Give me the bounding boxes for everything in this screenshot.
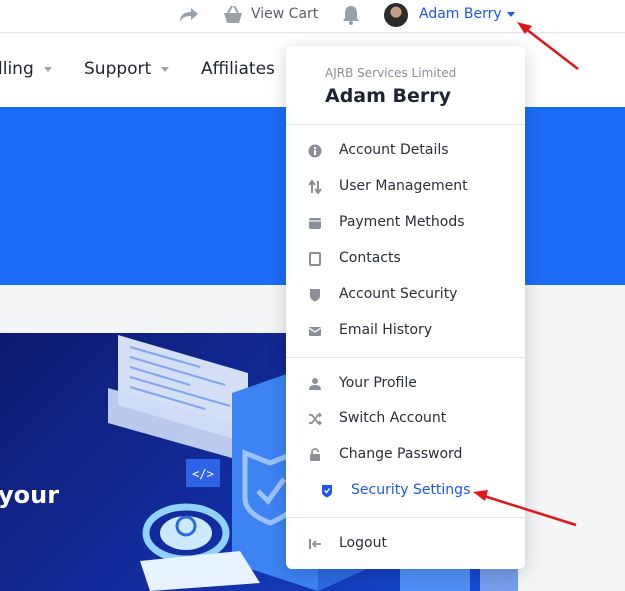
menu-item-account-details[interactable]: Account Details bbox=[286, 136, 525, 166]
account-dropdown-menu: AJRB Services Limited Adam Berry Account… bbox=[286, 46, 525, 569]
menu-item-label: Logout bbox=[339, 535, 387, 551]
basket-icon[interactable] bbox=[222, 5, 244, 25]
nav-item-label: Support bbox=[84, 59, 152, 79]
envelope-icon bbox=[308, 327, 322, 336]
divider bbox=[286, 124, 525, 125]
menu-item-logout[interactable]: Logout bbox=[286, 529, 525, 559]
info-icon bbox=[308, 144, 322, 158]
nav-item-label: Affiliates bbox=[201, 59, 275, 79]
sort-arrows-icon bbox=[308, 180, 322, 194]
menu-item-user-management[interactable]: User Management bbox=[286, 172, 525, 202]
shield-check-icon bbox=[322, 485, 332, 498]
menu-item-label: Email History bbox=[339, 322, 433, 338]
lock-icon bbox=[310, 448, 320, 461]
bell-icon[interactable] bbox=[342, 5, 360, 25]
chevron-down-icon bbox=[161, 66, 170, 72]
menu-item-label: Switch Account bbox=[339, 410, 447, 426]
chevron-down-icon[interactable] bbox=[507, 12, 515, 17]
nav-item-affiliates[interactable]: Affiliates bbox=[201, 59, 275, 79]
menu-item-change-password[interactable]: Change Password bbox=[286, 440, 525, 470]
menu-item-label: Account Security bbox=[339, 286, 458, 302]
menu-item-label: Change Password bbox=[339, 446, 463, 462]
nav-item-label: lling bbox=[0, 59, 34, 79]
avatar[interactable] bbox=[384, 3, 408, 27]
menu-item-label: Security Settings bbox=[351, 482, 471, 498]
dropdown-user-name: Adam Berry bbox=[325, 85, 452, 107]
view-cart-link[interactable]: View Cart bbox=[251, 6, 318, 22]
wallet-icon bbox=[309, 218, 321, 229]
menu-item-label: Payment Methods bbox=[339, 214, 465, 230]
divider bbox=[286, 517, 525, 518]
logout-icon bbox=[309, 539, 321, 549]
menu-item-email-history[interactable]: Email History bbox=[286, 316, 525, 346]
user-menu-toggle[interactable]: Adam Berry bbox=[419, 6, 502, 22]
banner-headline: your bbox=[0, 481, 60, 509]
company-name: AJRB Services Limited bbox=[325, 66, 457, 80]
chevron-down-icon bbox=[43, 66, 52, 72]
menu-item-account-security[interactable]: Account Security bbox=[286, 280, 525, 310]
shuffle-icon bbox=[309, 412, 322, 426]
svg-text:</>: </> bbox=[192, 467, 214, 481]
menu-item-label: Your Profile bbox=[339, 375, 417, 391]
top-utility-bar: View Cart Adam Berry bbox=[0, 0, 625, 33]
nav-item-support[interactable]: Support bbox=[84, 59, 170, 79]
divider bbox=[286, 357, 525, 358]
contact-book-icon bbox=[309, 252, 321, 266]
menu-item-contacts[interactable]: Contacts bbox=[286, 244, 525, 274]
user-icon bbox=[309, 378, 321, 390]
menu-item-your-profile[interactable]: Your Profile bbox=[286, 369, 525, 399]
share-icon[interactable] bbox=[178, 6, 200, 24]
menu-item-switch-account[interactable]: Switch Account bbox=[286, 404, 525, 434]
menu-item-label: Contacts bbox=[339, 250, 401, 266]
nav-item-billing[interactable]: lling bbox=[0, 59, 52, 79]
menu-item-payment-methods[interactable]: Payment Methods bbox=[286, 208, 525, 238]
menu-item-label: Account Details bbox=[339, 142, 449, 158]
shield-icon bbox=[310, 289, 320, 302]
menu-item-label: User Management bbox=[339, 178, 468, 194]
menu-item-security-settings[interactable]: Security Settings bbox=[286, 476, 525, 506]
